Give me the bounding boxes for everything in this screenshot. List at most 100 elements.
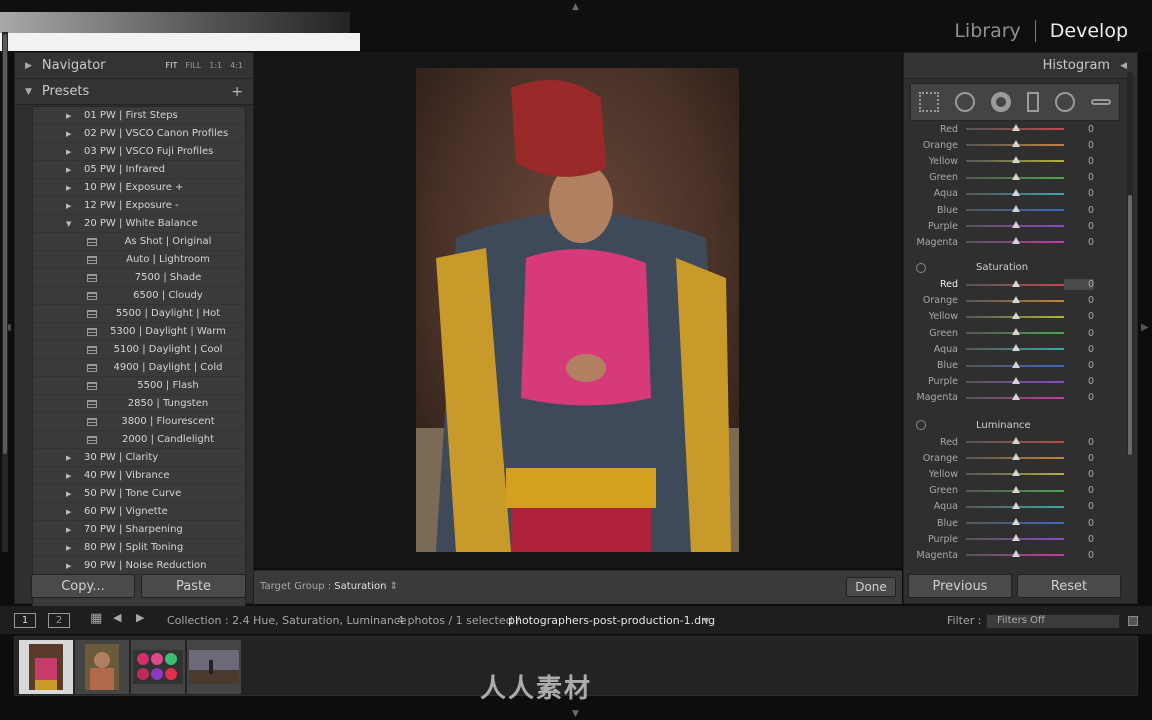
slider-value[interactable]: 0	[1064, 392, 1094, 403]
slider-knob[interactable]	[1012, 156, 1020, 164]
filmstrip-thumb-1[interactable]	[19, 640, 73, 694]
copy-button[interactable]: Copy...	[31, 574, 135, 598]
slider-track[interactable]	[966, 501, 1064, 509]
slider-knob[interactable]	[1012, 295, 1020, 303]
right-scroll-thumb[interactable]	[1128, 195, 1132, 455]
slider-blue[interactable]: Blue 0	[910, 202, 1120, 218]
slider-track[interactable]	[966, 205, 1064, 213]
filter-select[interactable]: Filters Off	[986, 614, 1120, 629]
slider-track[interactable]	[966, 237, 1064, 245]
folder-collapsed-icon[interactable]: ▶	[66, 490, 74, 498]
slider-green[interactable]: Green 0	[910, 483, 1120, 499]
slider-value[interactable]: 0	[1064, 550, 1094, 561]
preset-item[interactable]: Auto | Lightroom	[33, 251, 245, 269]
filmstrip-thumb-2[interactable]	[75, 640, 129, 694]
slider-track[interactable]	[966, 279, 1064, 287]
slider-orange[interactable]: Orange 0	[910, 293, 1120, 309]
preset-item[interactable]: 2000 | Candlelight	[33, 431, 245, 449]
slider-track[interactable]	[966, 124, 1064, 132]
slider-value[interactable]: 0	[1064, 311, 1094, 322]
grid-icon[interactable]: ▦	[90, 611, 102, 626]
adjustment-brush-icon[interactable]	[1091, 99, 1111, 105]
right-panel-toggle-icon[interactable]: ▶	[1141, 322, 1149, 333]
slider-knob[interactable]	[1012, 518, 1020, 526]
folder-collapsed-icon[interactable]: ▶	[66, 508, 74, 516]
target-adjustment-icon[interactable]	[916, 262, 926, 273]
preset-folder[interactable]: ▶ 30 PW | Clarity	[33, 449, 245, 467]
slider-blue[interactable]: Blue 0	[910, 357, 1120, 373]
back-arrow-icon[interactable]: ◀	[113, 611, 121, 624]
slider-yellow[interactable]: Yellow 0	[910, 153, 1120, 169]
slider-track[interactable]	[966, 156, 1064, 164]
slider-track[interactable]	[966, 453, 1064, 461]
slider-track[interactable]	[966, 469, 1064, 477]
preset-folder[interactable]: ▶ 03 PW | VSCO Fuji Profiles	[33, 143, 245, 161]
slider-track[interactable]	[966, 485, 1064, 493]
slider-value[interactable]: 0	[1064, 376, 1094, 387]
slider-value[interactable]: 0	[1064, 156, 1094, 167]
add-preset-icon[interactable]: +	[231, 84, 243, 100]
slider-knob[interactable]	[1012, 550, 1020, 558]
slider-knob[interactable]	[1012, 328, 1020, 336]
folder-collapsed-icon[interactable]: ▶	[66, 472, 74, 480]
slider-knob[interactable]	[1012, 221, 1020, 229]
previous-button[interactable]: Previous	[908, 574, 1012, 598]
preset-item[interactable]: 2850 | Tungsten	[33, 395, 245, 413]
paste-button[interactable]: Paste	[141, 574, 246, 598]
main-photo[interactable]	[416, 68, 739, 552]
graduated-filter-icon[interactable]	[1027, 92, 1039, 112]
slider-knob[interactable]	[1012, 360, 1020, 368]
slider-value[interactable]: 0	[1064, 534, 1094, 545]
slider-track[interactable]	[966, 360, 1064, 368]
slider-knob[interactable]	[1012, 344, 1020, 352]
slider-value[interactable]: 0	[1064, 140, 1094, 151]
zoom-1-1[interactable]: 1:1	[209, 61, 222, 70]
preset-folder[interactable]: ▶ 90 PW | Noise Reduction	[33, 557, 245, 575]
preset-item[interactable]: 3800 | Flourescent	[33, 413, 245, 431]
slider-value[interactable]: 0	[1064, 344, 1094, 355]
slider-value[interactable]: 0	[1064, 453, 1094, 464]
folder-collapsed-icon[interactable]: ▶	[66, 202, 74, 210]
filename-dropdown-icon[interactable]: ▼	[703, 616, 709, 625]
slider-track[interactable]	[966, 172, 1064, 180]
slider-value[interactable]: 0	[1064, 437, 1094, 448]
slider-knob[interactable]	[1012, 501, 1020, 509]
slider-knob[interactable]	[1012, 392, 1020, 400]
left-scroll-thumb[interactable]	[3, 34, 7, 454]
slider-track[interactable]	[966, 376, 1064, 384]
slider-value[interactable]: 0	[1064, 360, 1094, 371]
slider-knob[interactable]	[1012, 376, 1020, 384]
slider-knob[interactable]	[1012, 140, 1020, 148]
folder-collapsed-icon[interactable]: ▶	[66, 544, 74, 552]
preset-item[interactable]: 5500 | Daylight | Hot	[33, 305, 245, 323]
target-adjustment-icon[interactable]	[916, 420, 926, 430]
preset-folder[interactable]: ▶ 01 PW | First Steps	[33, 107, 245, 125]
presets-header[interactable]: ▼ Presets +	[15, 79, 253, 105]
slider-yellow[interactable]: Yellow 0	[910, 466, 1120, 482]
filmstrip-thumb-3[interactable]	[131, 640, 185, 694]
slider-track[interactable]	[966, 188, 1064, 196]
slider-track[interactable]	[966, 437, 1064, 445]
preset-folder[interactable]: ▶ 70 PW | Sharpening	[33, 521, 245, 539]
slider-knob[interactable]	[1012, 124, 1020, 132]
slider-aqua[interactable]: Aqua 0	[910, 499, 1120, 515]
navigator-header[interactable]: ▶ Navigator FIT FILL 1:1 4:1	[15, 53, 253, 79]
slider-value[interactable]: 0	[1064, 221, 1094, 232]
slider-knob[interactable]	[1012, 205, 1020, 213]
crop-icon[interactable]	[919, 92, 939, 112]
preset-item[interactable]: 5100 | Daylight | Cool	[33, 341, 245, 359]
slider-value[interactable]: 0	[1064, 485, 1094, 496]
slider-value[interactable]: 0	[1064, 279, 1094, 291]
preset-item[interactable]: 5300 | Daylight | Warm	[33, 323, 245, 341]
module-develop[interactable]: Develop	[1050, 20, 1128, 42]
slider-track[interactable]	[966, 534, 1064, 542]
slider-knob[interactable]	[1012, 237, 1020, 245]
forward-arrow-icon[interactable]: ▶	[136, 611, 144, 624]
preset-folder[interactable]: ▶ 40 PW | Vibrance	[33, 467, 245, 485]
slider-value[interactable]: 0	[1064, 328, 1094, 339]
top-panel-toggle-icon[interactable]: ▲	[572, 2, 579, 12]
slider-knob[interactable]	[1012, 453, 1020, 461]
folder-collapsed-icon[interactable]: ▶	[66, 166, 74, 174]
slider-knob[interactable]	[1012, 534, 1020, 542]
slider-orange[interactable]: Orange 0	[910, 450, 1120, 466]
